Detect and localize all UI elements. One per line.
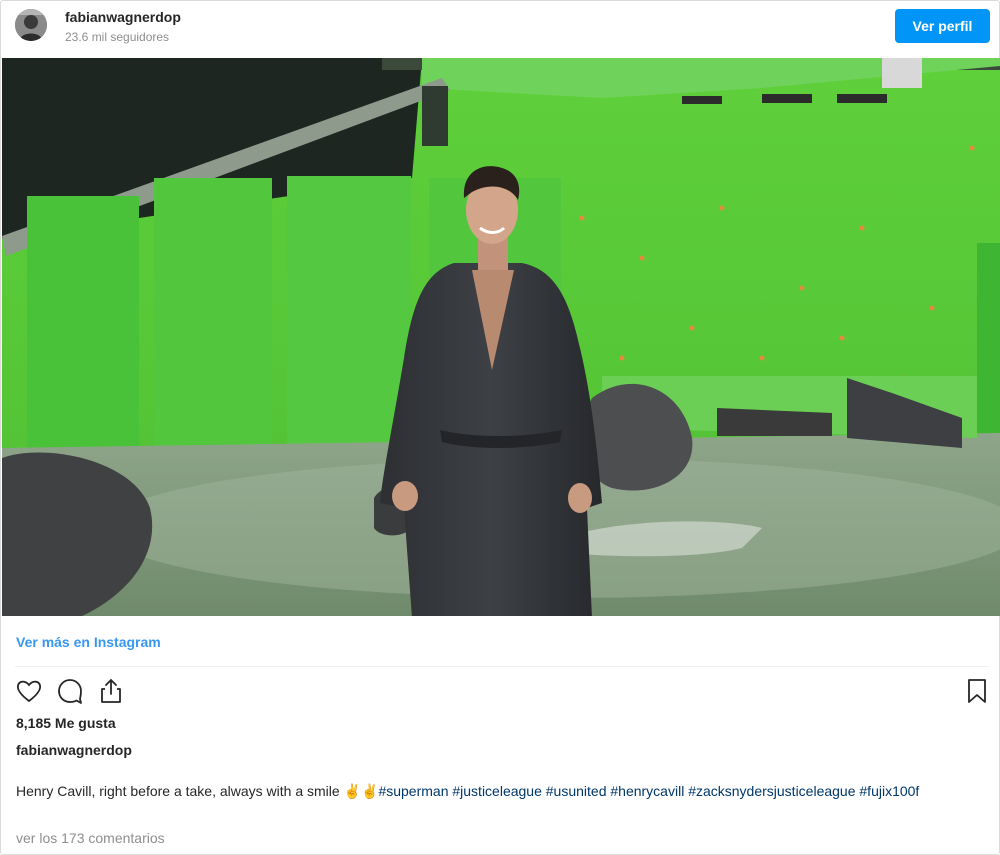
- caption-text: Henry Cavill, right before a take, alway…: [16, 783, 379, 799]
- caption-hashtags[interactable]: #superman #justiceleague #usunited #henr…: [378, 783, 919, 799]
- share-icon[interactable]: [97, 677, 125, 705]
- caption-username[interactable]: fabianwagnerdop: [16, 742, 132, 758]
- avatar[interactable]: [15, 9, 47, 41]
- comment-icon[interactable]: [56, 677, 84, 705]
- bookmark-icon[interactable]: [963, 677, 991, 705]
- view-comments-link[interactable]: ver los 173 comentarios: [16, 830, 165, 846]
- like-count[interactable]: 8,185 Me gusta: [16, 715, 116, 731]
- view-profile-button[interactable]: Ver perfil: [895, 9, 990, 43]
- username[interactable]: fabianwagnerdop: [65, 9, 181, 25]
- instagram-embed: fabianwagnerdop 23.6 mil seguidores Ver …: [0, 0, 1000, 855]
- heart-icon[interactable]: [15, 677, 43, 705]
- view-more-link[interactable]: Ver más en Instagram: [16, 634, 161, 650]
- post-header: fabianwagnerdop 23.6 mil seguidores Ver …: [1, 1, 999, 57]
- post-caption: Henry Cavill, right before a take, alway…: [16, 782, 976, 801]
- follower-count: 23.6 mil seguidores: [65, 30, 170, 44]
- divider: [15, 666, 989, 667]
- post-image[interactable]: [2, 58, 1000, 616]
